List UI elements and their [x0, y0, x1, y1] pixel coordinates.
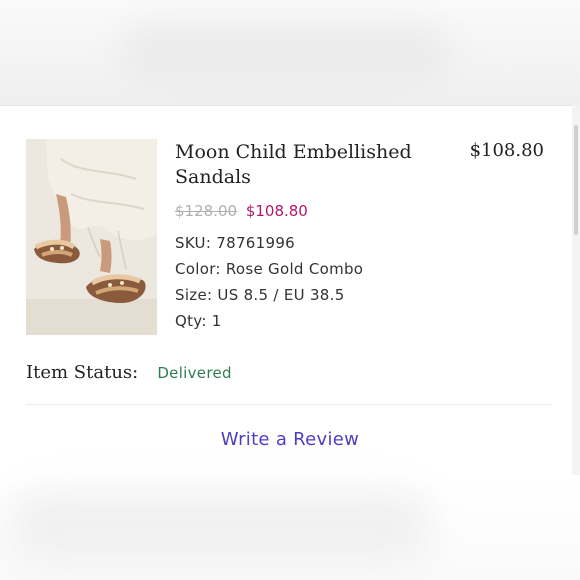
item-status-label: Item Status: — [26, 362, 139, 383]
divider — [26, 404, 552, 405]
item-status-value: Delivered — [157, 364, 232, 382]
scrollbar[interactable] — [572, 105, 580, 475]
item-status-row: Item Status: Delivered — [26, 362, 232, 383]
blurred-header-area — [0, 0, 580, 105]
line-price: $108.80 — [469, 140, 544, 161]
price-group: $128.00 $108.80 — [175, 202, 308, 220]
scrollbar-thumb[interactable] — [574, 125, 578, 235]
sale-price: $108.80 — [245, 202, 308, 220]
blurred-footer-area — [0, 475, 580, 580]
write-review-link[interactable]: Write a Review — [0, 429, 580, 450]
qty-text: Qty: 1 — [175, 312, 222, 330]
original-price: $128.00 — [175, 202, 238, 220]
sandals-photo — [26, 139, 157, 335]
product-title[interactable]: Moon Child Embellished Sandals — [175, 140, 445, 190]
color-text: Color: Rose Gold Combo — [175, 260, 364, 278]
size-text: Size: US 8.5 / EU 38.5 — [175, 286, 345, 304]
sku-text: SKU: 78761996 — [175, 234, 296, 252]
product-image[interactable] — [26, 139, 157, 335]
order-item-card: Moon Child Embellished Sandals $108.80 $… — [0, 105, 572, 476]
